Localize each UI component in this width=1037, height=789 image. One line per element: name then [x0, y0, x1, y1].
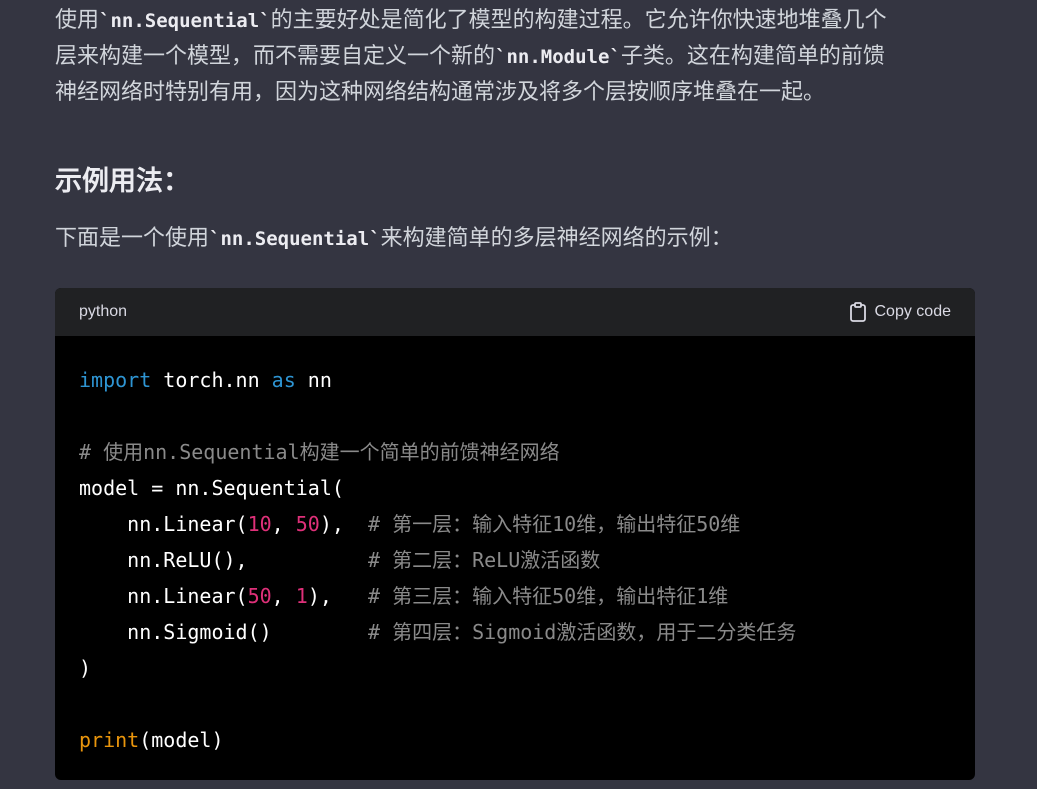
code-line: nn.Linear(10, 50), # 第一层：输入特征10维，输出特征50维 — [79, 506, 951, 542]
text: 来构建简单的多层神经网络的示例： — [380, 226, 733, 251]
section-heading: 示例用法： — [55, 166, 190, 197]
code-text: ), — [319, 512, 369, 536]
code-text: nn.ReLU(), — [79, 548, 368, 572]
code-text: torch.nn — [151, 368, 272, 392]
code-comment: # 第四层：Sigmoid激活函数，用于二分类任务 — [367, 620, 797, 644]
code-number: 50 — [247, 584, 272, 608]
code-line: nn.ReLU(), # 第二层：ReLU激活函数 — [79, 542, 951, 578]
inline-code: `nn.Sequential` — [99, 10, 271, 32]
code-block: python Copy code import torch.nn as nn # … — [55, 288, 975, 780]
code-line: print(model) — [79, 722, 951, 758]
code-line: # 使用nn.Sequential构建一个简单的前馈神经网络 — [79, 434, 951, 470]
clipboard-icon — [849, 302, 867, 322]
code-number: 10 — [247, 512, 272, 536]
text: 下面是一个使用 — [55, 226, 210, 251]
text: 子类。这在构建简单的前馈 — [620, 44, 885, 69]
example-intro-paragraph: 下面是一个使用`nn.Sequential`来构建简单的多层神经网络的示例： — [55, 221, 985, 257]
code-text: nn.Linear( — [79, 584, 248, 608]
copy-code-label: Copy code — [874, 303, 952, 320]
code-line-empty — [79, 686, 951, 722]
keyword: as — [271, 368, 296, 392]
code-text: ), — [307, 584, 369, 608]
text: 使用 — [55, 8, 100, 33]
code-builtin: print — [79, 728, 140, 752]
inline-code: `nn.Module` — [495, 46, 621, 68]
code-comment: # 使用nn.Sequential构建一个简单的前馈神经网络 — [79, 440, 560, 464]
code-text: ) — [79, 656, 92, 680]
code-text: model = nn.Sequential( — [79, 476, 344, 500]
code-number: 1 — [295, 584, 308, 608]
text: 层来构建一个模型，而不需要自定义一个新的 — [55, 44, 496, 69]
inline-code: `nn.Sequential` — [209, 228, 381, 250]
code-line: nn.Sigmoid() # 第四层：Sigmoid激活函数，用于二分类任务 — [79, 614, 951, 650]
code-content[interactable]: import torch.nn as nn # 使用nn.Sequential构建… — [55, 336, 975, 758]
code-line: model = nn.Sequential( — [79, 470, 951, 506]
code-line-empty — [79, 398, 951, 434]
code-language-label: python — [79, 303, 128, 320]
copy-code-button[interactable]: Copy code — [849, 302, 952, 322]
code-block-header: python Copy code — [55, 288, 975, 336]
code-text: , — [271, 584, 296, 608]
code-text: , — [271, 512, 296, 536]
text: 神经网络时特别有用，因为这种网络结构通常涉及将多个层按顺序堆叠在一起。 — [55, 80, 826, 105]
code-comment: # 第二层：ReLU激活函数 — [367, 548, 601, 572]
code-comment: # 第一层：输入特征10维，输出特征50维 — [368, 512, 741, 536]
intro-paragraph: 使用`nn.Sequential`的主要好处是简化了模型的构建过程。它允许你快速… — [55, 3, 985, 111]
code-number: 50 — [295, 512, 320, 536]
code-text: (model) — [139, 728, 224, 752]
text: 的主要好处是简化了模型的构建过程。它允许你快速地堆叠几个 — [270, 8, 887, 33]
code-line: ) — [79, 650, 951, 686]
code-line: nn.Linear(50, 1), # 第三层：输入特征50维，输出特征1维 — [79, 578, 951, 614]
code-text: nn.Linear( — [79, 512, 248, 536]
code-comment: # 第三层：输入特征50维，输出特征1维 — [368, 584, 729, 608]
code-text: nn — [295, 368, 332, 392]
code-line: import torch.nn as nn — [79, 362, 951, 398]
keyword: import — [79, 368, 152, 392]
code-text: nn.Sigmoid() — [79, 620, 368, 644]
